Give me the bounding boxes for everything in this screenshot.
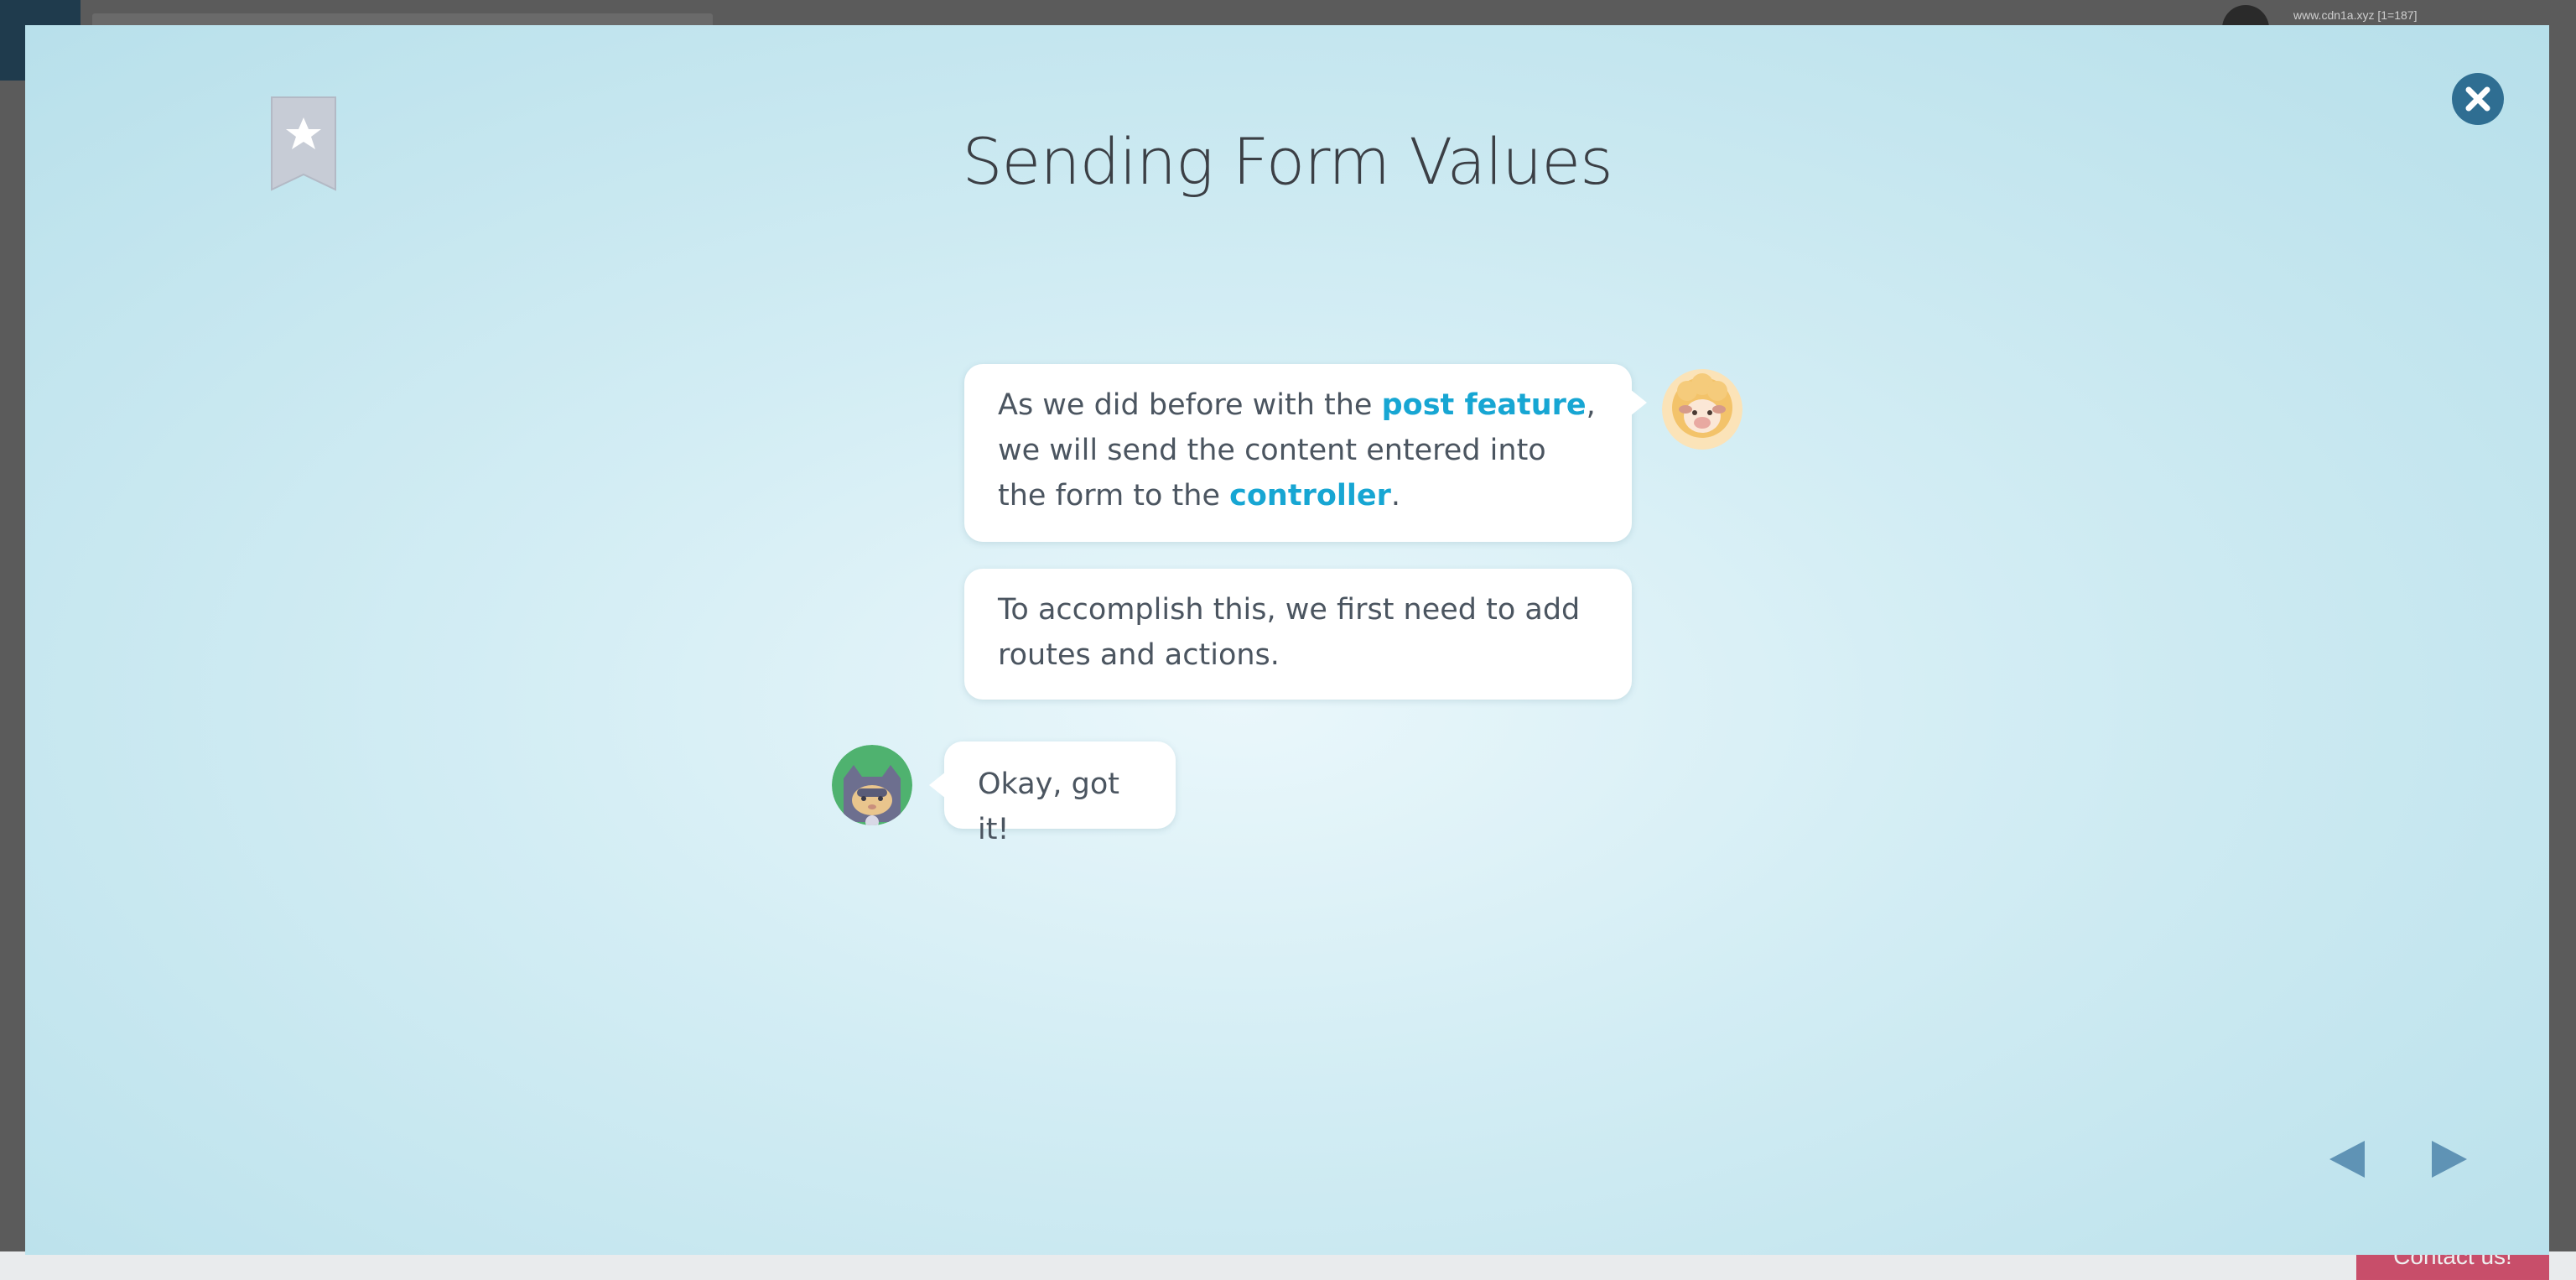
bottom-strip bbox=[0, 1251, 2576, 1280]
sheep-icon bbox=[1662, 369, 1742, 450]
highlight-controller: controller bbox=[1229, 479, 1391, 513]
triangle-right-icon bbox=[2432, 1141, 2467, 1178]
highlight-post-feature: post feature bbox=[1381, 388, 1587, 422]
cat-avatar bbox=[832, 745, 912, 825]
message-text: . bbox=[1390, 479, 1401, 513]
triangle-left-icon bbox=[2329, 1141, 2365, 1178]
chat-bubble-sheep-1: As we did before with the post feature, … bbox=[964, 364, 1647, 542]
message-text: As we did before with the bbox=[998, 388, 1382, 422]
chat-bubble-cat: Okay, got it! bbox=[929, 741, 1176, 846]
close-button[interactable] bbox=[2451, 72, 2505, 126]
chat-bubble-sheep-2: To accomplish this, we first need to add… bbox=[964, 569, 1632, 700]
lesson-modal: Sending Form Values As we did before wit… bbox=[25, 25, 2549, 1255]
close-circle-icon bbox=[2452, 73, 2504, 125]
page-title: Sending Form Values bbox=[962, 124, 1613, 199]
next-button[interactable] bbox=[2423, 1134, 2474, 1184]
previous-button[interactable] bbox=[2323, 1134, 2373, 1184]
cat-icon bbox=[832, 745, 912, 825]
sheep-avatar bbox=[1662, 369, 1742, 450]
user-info-text: www.cdn1a.xyz [1=187] bbox=[2293, 8, 2418, 22]
